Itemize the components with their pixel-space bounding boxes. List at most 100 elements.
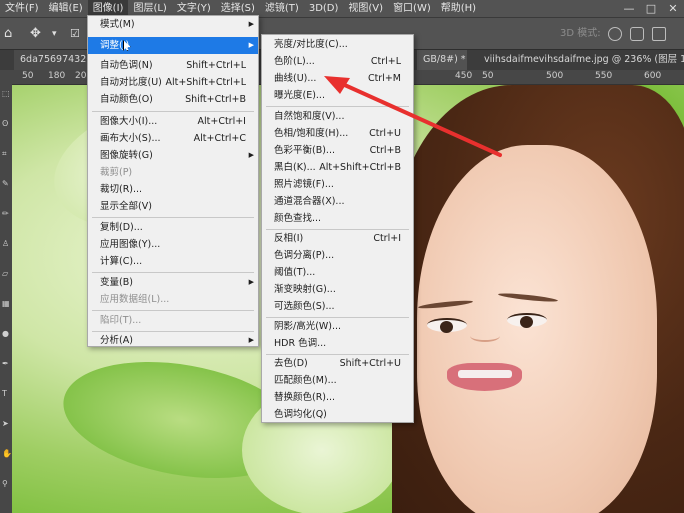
menu-item-image-size[interactable]: 图像大小(I)... Alt+Ctrl+I — [88, 113, 258, 130]
chevron-down-icon[interactable]: ▾ — [52, 18, 57, 50]
menu-item-selective-color[interactable]: 可选颜色(S)... — [262, 298, 413, 315]
menu-item-label: 分析(A) — [100, 335, 133, 346]
menu-item-color-lookup[interactable]: 颜色查找... — [262, 210, 413, 227]
menu-item-equalize[interactable]: 色调均化(Q) — [262, 406, 413, 423]
menu-item-calculations[interactable]: 计算(C)... — [88, 253, 258, 270]
eraser-tool-icon[interactable]: ▱ — [2, 270, 10, 278]
move-tool-icon[interactable]: ✥ — [30, 18, 41, 50]
menu-item-photo-filter[interactable]: 照片滤镜(F)... — [262, 176, 413, 193]
menu-item-label: 曲线(U)... — [274, 73, 317, 84]
menu-item-apply-data-set[interactable]: 应用数据组(L)... — [88, 291, 258, 308]
menu-item-label: 阴影/高光(W)... — [274, 321, 342, 332]
menu-item-image-rotation[interactable]: 图像旋转(G) ▶ — [88, 147, 258, 164]
3d-pan-icon[interactable] — [652, 27, 666, 41]
checkbox-icon[interactable]: ☑ — [70, 18, 80, 50]
3d-orbit-icon[interactable] — [608, 27, 622, 41]
menu-item-auto-color[interactable]: 自动颜色(O) Shift+Ctrl+B — [88, 91, 258, 108]
menu-separator — [92, 217, 254, 218]
menu-item-levels[interactable]: 色阶(L)... Ctrl+L — [262, 53, 413, 70]
menu-view[interactable]: 视图(V) — [343, 0, 388, 18]
path-select-tool-icon[interactable]: ➤ — [2, 420, 10, 428]
menu-item-invert[interactable]: 反相(I) Ctrl+I — [262, 230, 413, 247]
menu-item-reveal-all[interactable]: 显示全部(V) — [88, 198, 258, 215]
menu-item-label: 反相(I) — [274, 233, 304, 244]
menu-edit[interactable]: 编辑(E) — [44, 0, 88, 18]
menu-item-duplicate[interactable]: 复制(D)... — [88, 219, 258, 236]
menu-item-replace-color[interactable]: 替换颜色(R)... — [262, 389, 413, 406]
menu-file[interactable]: 文件(F) — [0, 0, 44, 18]
menu-window[interactable]: 窗口(W) — [388, 0, 436, 18]
shortcut-label: Ctrl+I — [373, 233, 401, 244]
maximize-button[interactable]: □ — [642, 0, 660, 18]
menu-item-label: 自然饱和度(V)... — [274, 111, 345, 122]
menu-help[interactable]: 帮助(H) — [436, 0, 481, 18]
tab-document-2[interactable]: GB/8#) * — [417, 50, 467, 70]
menu-item-exposure[interactable]: 曝光度(E)... — [262, 87, 413, 104]
menu-item-posterize[interactable]: 色调分离(P)... — [262, 247, 413, 264]
menu-item-mode[interactable]: 模式(M) ▶ — [88, 16, 258, 33]
crop-tool-icon[interactable]: ⌗ — [2, 150, 10, 158]
menu-item-hdr-toning[interactable]: HDR 色调... — [262, 335, 413, 352]
menu-item-label: 去色(D) — [274, 358, 308, 369]
menu-item-label: 色彩平衡(B)... — [274, 145, 335, 156]
menu-item-label: 照片滤镜(F)... — [274, 179, 334, 190]
shortcut-label: Shift+Ctrl+U — [339, 358, 401, 369]
home-icon[interactable]: ⌂ — [4, 18, 12, 50]
gradient-tool-icon[interactable]: ▦ — [2, 300, 10, 308]
menu-item-label: 图像大小(I)... — [100, 116, 158, 127]
menu-item-black-white[interactable]: 黑白(K)... Alt+Shift+Ctrl+B — [262, 159, 413, 176]
zoom-tool-icon[interactable]: ⚲ — [2, 480, 10, 488]
menu-item-color-balance[interactable]: 色彩平衡(B)... Ctrl+B — [262, 142, 413, 159]
nose — [470, 330, 500, 342]
3d-roll-icon[interactable] — [630, 27, 644, 41]
ruler-label: 600 — [644, 71, 662, 81]
hand-tool-icon[interactable]: ✋ — [2, 450, 12, 458]
menu-item-analysis[interactable]: 分析(A) ▶ — [88, 332, 258, 349]
text-tool-icon[interactable]: T — [2, 390, 10, 398]
menu-item-desaturate[interactable]: 去色(D) Shift+Ctrl+U — [262, 355, 413, 372]
menu-item-vibrance[interactable]: 自然饱和度(V)... — [262, 108, 413, 125]
menu-item-variables[interactable]: 变量(B) ▶ — [88, 274, 258, 291]
menu-item-canvas-size[interactable]: 画布大小(S)... Alt+Ctrl+C — [88, 130, 258, 147]
menu-item-curves[interactable]: 曲线(U)... Ctrl+M — [262, 70, 413, 87]
menu-item-label: 色阶(L)... — [274, 56, 315, 67]
menu-item-apply-image[interactable]: 应用图像(Y)... — [88, 236, 258, 253]
menu-item-channel-mixer[interactable]: 通道混合器(X)... — [262, 193, 413, 210]
close-button[interactable]: ✕ — [664, 0, 682, 18]
menu-item-gradient-map[interactable]: 渐变映射(G)... — [262, 281, 413, 298]
menu-item-label: 图像旋转(G) — [100, 150, 153, 161]
lasso-tool-icon[interactable]: ʘ — [2, 120, 10, 128]
menu-item-hue-saturation[interactable]: 色相/饱和度(H)... Ctrl+U — [262, 125, 413, 142]
tab-document-active[interactable]: viihsdaifmevihsdaifme.jpg @ 236% (图层 1, … — [478, 50, 684, 70]
menu-separator — [92, 310, 254, 311]
menu-item-match-color[interactable]: 匹配颜色(M)... — [262, 372, 413, 389]
menu-item-crop[interactable]: 裁剪(P) — [88, 164, 258, 181]
menu-item-label: HDR 色调... — [274, 338, 327, 349]
menu-item-brightness-contrast[interactable]: 亮度/对比度(C)... — [262, 36, 413, 53]
menu-3d[interactable]: 3D(D) — [304, 0, 344, 18]
brush-tool-icon[interactable]: ✏ — [2, 210, 10, 218]
tab-document-1[interactable]: 6da756974326 — [14, 50, 94, 70]
dodge-tool-icon[interactable]: ● — [2, 330, 10, 338]
menu-item-label: 裁切(R)... — [100, 184, 143, 195]
pen-tool-icon[interactable]: ✒ — [2, 360, 10, 368]
menu-item-auto-tone[interactable]: 自动色调(N) Shift+Ctrl+L — [88, 57, 258, 74]
menu-item-trim[interactable]: 裁切(R)... — [88, 181, 258, 198]
menu-item-trap[interactable]: 陷印(T)... — [88, 312, 258, 329]
stamp-tool-icon[interactable]: ♙ — [2, 240, 10, 248]
menu-item-shadows-highlights[interactable]: 阴影/高光(W)... — [262, 318, 413, 335]
left-eye — [427, 318, 467, 333]
eyedropper-tool-icon[interactable]: ✎ — [2, 180, 10, 188]
menu-item-label: 颜色查找... — [274, 213, 322, 224]
menu-item-label: 裁剪(P) — [100, 167, 133, 178]
menu-filter[interactable]: 滤镜(T) — [260, 0, 304, 18]
marquee-tool-icon[interactable]: ⬚ — [2, 90, 10, 98]
menu-item-adjustments[interactable]: 调整(J) ▶ — [88, 37, 258, 54]
ruler-label: 20 — [75, 71, 87, 81]
minimize-button[interactable]: — — [620, 0, 638, 18]
menu-item-threshold[interactable]: 阈值(T)... — [262, 264, 413, 281]
menu-item-label: 自动对比度(U) — [100, 77, 162, 88]
menu-item-auto-contrast[interactable]: 自动对比度(U) Alt+Shift+Ctrl+L — [88, 74, 258, 91]
shortcut-label: Alt+Ctrl+C — [193, 133, 246, 144]
shortcut-label: Shift+Ctrl+L — [186, 60, 246, 71]
